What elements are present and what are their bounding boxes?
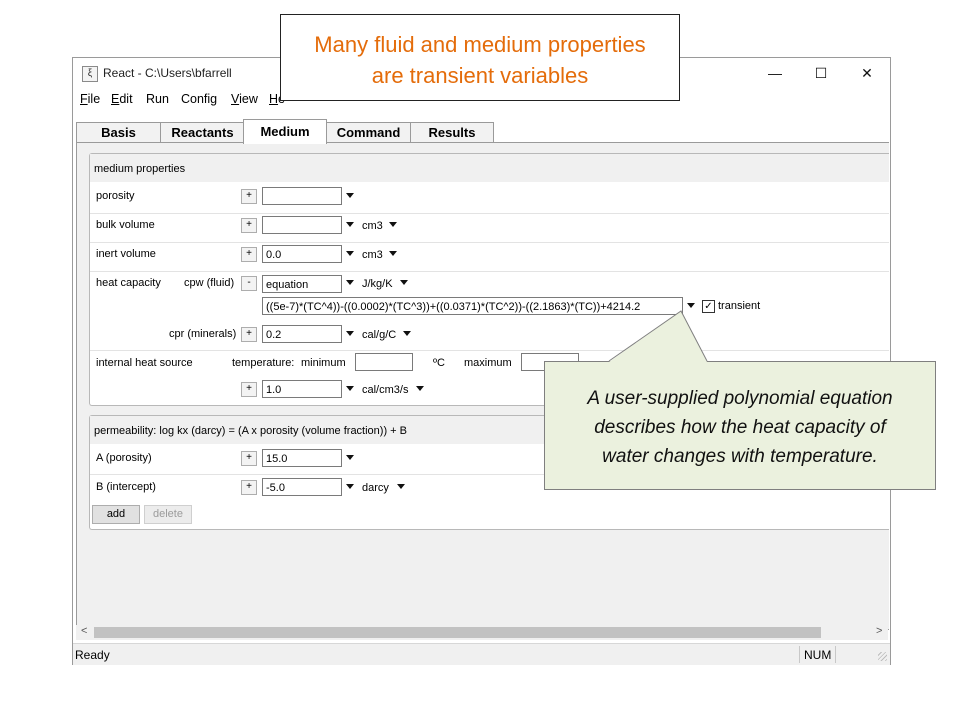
min-temperature-input[interactable] [355,353,413,371]
scroll-right-arrow[interactable]: > [876,625,882,637]
porosity-dropdown-caret[interactable] [346,193,354,198]
cpw-type-select[interactable]: equation [262,275,342,293]
annotation-title-line-1: Many fluid and medium properties [314,32,646,57]
status-bar: Ready NUM [73,643,890,665]
internal-heat-label: internal heat source [96,357,193,369]
maximize-button[interactable]: ☐ [801,62,841,84]
transient-checkbox[interactable]: ✓ [702,300,715,313]
cpr-minerals-label: cpr (minerals) [169,328,237,340]
app-icon: ξ [82,66,98,82]
a-porosity-input[interactable]: 15.0 [262,449,342,467]
heat-source-input[interactable]: 1.0 [262,380,342,398]
b-intercept-label: B (intercept) [96,481,156,493]
heat-source-add-button[interactable]: + [241,382,257,397]
add-button[interactable]: add [92,505,140,524]
cpw-type-caret[interactable] [346,280,354,285]
minimize-button[interactable]: — [755,62,795,84]
cpw-fluid-label: cpw (fluid) [184,277,235,289]
b-intercept-add-button[interactable]: + [241,480,257,495]
window-title: React - C:\Users\bfarrell [103,66,232,80]
b-intercept-unit-caret[interactable] [397,484,405,489]
cpw-equation-input[interactable]: ((5e-7)*(TC^4))-((0.0002)*(TC^3))+((0.03… [262,297,683,315]
bulk-volume-input[interactable] [262,216,342,234]
row-divider [90,242,889,243]
cpr-dropdown-caret[interactable] [346,331,354,336]
inert-volume-input[interactable]: 0.0 [262,245,342,263]
minimum-label: minimum [301,357,346,369]
medium-properties-title: medium properties [94,163,186,175]
menu-view[interactable]: View [231,92,258,106]
tab-strip: Basis Reactants Medium Command Results [76,119,888,144]
cpr-add-button[interactable]: + [241,327,257,342]
cpr-input[interactable]: 0.2 [262,325,342,343]
a-porosity-add-button[interactable]: + [241,451,257,466]
bulk-volume-label: bulk volume [96,219,155,231]
annotation-title-box: Many fluid and medium properties are tra… [280,14,680,101]
b-intercept-input[interactable]: -5.0 [262,478,342,496]
tab-medium[interactable]: Medium [243,119,327,144]
scroll-left-arrow[interactable]: < [81,625,87,637]
status-divider [799,646,800,663]
inert-volume-dropdown-caret[interactable] [346,251,354,256]
cpr-unit-caret[interactable] [403,331,411,336]
b-intercept-dropdown-caret[interactable] [346,484,354,489]
heat-capacity-label: heat capacity [96,277,161,289]
porosity-label: porosity [96,190,135,202]
porosity-input[interactable] [262,187,342,205]
heat-source-unit-caret[interactable] [416,386,424,391]
cpw-unit-caret[interactable] [400,280,408,285]
delete-button[interactable]: delete [144,505,192,524]
cpw-equation-caret[interactable] [687,303,695,308]
resize-grip-icon[interactable] [878,652,887,661]
num-lock-indicator: NUM [804,648,832,662]
menu-file[interactable]: File [80,92,100,106]
cpw-unit: J/kg/K [362,278,393,290]
callout-line-3: water changes with temperature. [602,446,878,467]
b-intercept-unit: darcy [362,482,389,494]
tab-command[interactable]: Command [326,122,411,143]
annotation-title-line-2: are transient variables [371,63,589,88]
inert-volume-unit-caret[interactable] [389,251,397,256]
heat-source-unit: cal/cm3/s [362,384,409,396]
bulk-volume-unit-caret[interactable] [389,222,397,227]
tab-reactants[interactable]: Reactants [160,122,245,143]
tab-basis[interactable]: Basis [76,122,161,143]
scroll-thumb[interactable] [94,627,821,638]
cpw-remove-button[interactable]: - [241,276,257,291]
medium-properties-header: medium properties [90,154,889,182]
row-divider [90,213,889,214]
min-temperature-unit: ºC [433,357,445,369]
permeability-equation: permeability: log kx (darcy) = (A x poro… [94,425,407,437]
menu-config[interactable]: Config [181,92,217,106]
transient-label: transient [718,300,761,312]
a-porosity-label: A (porosity) [96,452,152,464]
temperature-label: temperature: [232,357,295,369]
equation-callout: A user-supplied polynomial equation desc… [544,361,936,490]
bulk-volume-dropdown-caret[interactable] [346,222,354,227]
maximum-label: maximum [464,357,512,369]
horizontal-scrollbar[interactable]: < > [76,625,888,640]
bulk-volume-add-button[interactable]: + [241,218,257,233]
callout-line-1: A user-supplied polynomial equation [587,388,893,409]
heat-source-dropdown-caret[interactable] [346,386,354,391]
a-porosity-dropdown-caret[interactable] [346,455,354,460]
inert-volume-label: inert volume [96,248,156,260]
row-divider [90,271,889,272]
menu-run[interactable]: Run [146,92,169,106]
callout-line-2: describes how the heat capacity of [594,417,886,438]
bulk-volume-unit: cm3 [362,220,383,232]
status-divider [835,646,836,663]
row-divider [90,350,889,351]
inert-volume-unit: cm3 [362,249,383,261]
status-text: Ready [75,648,110,662]
inert-volume-add-button[interactable]: + [241,247,257,262]
menu-edit[interactable]: Edit [111,92,133,106]
tab-results[interactable]: Results [410,122,494,143]
close-button[interactable]: ✕ [847,62,887,84]
porosity-add-button[interactable]: + [241,189,257,204]
cpr-unit: cal/g/C [362,329,397,341]
